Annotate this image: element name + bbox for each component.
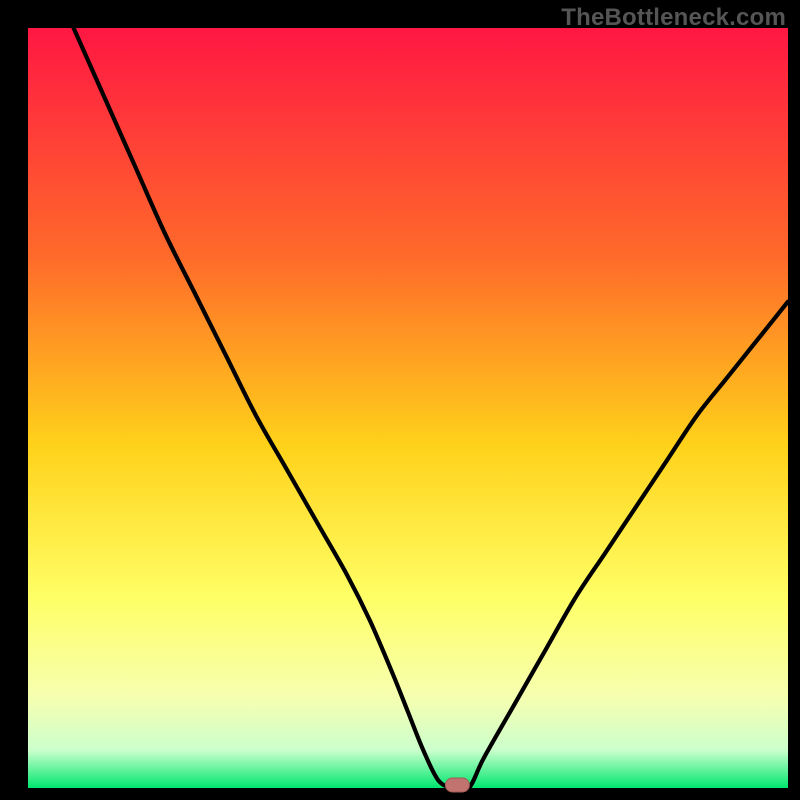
bottleneck-chart: TheBottleneck.com [0,0,800,800]
chart-canvas [0,0,800,800]
plot-background [28,28,788,788]
watermark-text: TheBottleneck.com [561,4,786,32]
minimum-marker [445,778,469,792]
